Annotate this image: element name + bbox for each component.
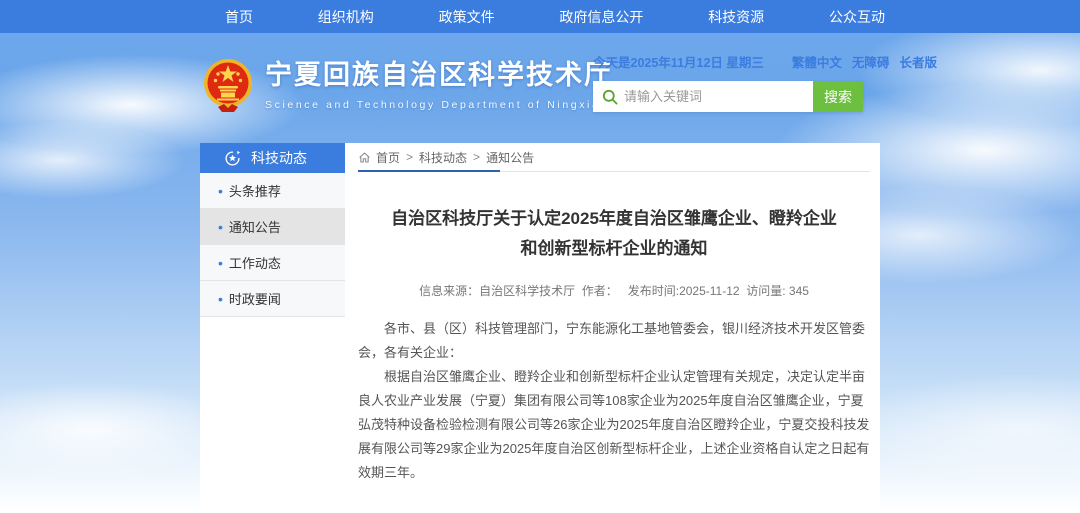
search-input[interactable] [624, 89, 804, 104]
search-icon [602, 89, 618, 105]
section-star-icon [224, 150, 241, 167]
bullet-icon: • [218, 184, 223, 198]
bullet-icon: • [218, 256, 223, 270]
search-button[interactable]: 搜索 [813, 81, 863, 112]
bullet-icon: • [218, 220, 223, 234]
sidebar-item-current-politics[interactable]: • 时政要闻 [200, 281, 345, 317]
search-bar: 搜索 [593, 81, 863, 112]
article-paragraph: 根据自治区雏鹰企业、瞪羚企业和创新型标杆企业认定管理有关规定，决定认定半亩良人农… [358, 365, 870, 485]
sidebar-item-label: 头条推荐 [229, 181, 281, 200]
breadcrumb: 首页 > 科技动态 > 通知公告 [358, 143, 870, 172]
article-title-line2: 和创新型标杆企业的通知 [358, 234, 870, 264]
nav-item-policy[interactable]: 政策文件 [439, 7, 495, 27]
site-logo-link[interactable]: 宁夏回族自治区科学技术厅 Science and Technology Depa… [203, 58, 613, 113]
top-navigation: 首页 组织机构 政策文件 政府信息公开 科技资源 公众互动 [0, 0, 1080, 33]
sidebar-item-label: 通知公告 [229, 217, 281, 236]
site-subtitle: Science and Technology Department of Nin… [265, 99, 613, 111]
sidebar-item-label: 工作动态 [229, 253, 281, 272]
home-icon [358, 151, 371, 164]
article-area: 首页 > 科技动态 > 通知公告 自治区科技厅关于认定2025年度自治区雏鹰企业… [358, 143, 870, 513]
nav-item-interaction[interactable]: 公众互动 [829, 7, 885, 27]
nav-item-gov-info[interactable]: 政府信息公开 [559, 7, 643, 27]
bullet-icon: • [218, 292, 223, 306]
nav-item-organization[interactable]: 组织机构 [318, 7, 374, 27]
article-title-line1: 自治区科技厅关于认定2025年度自治区雏鹰企业、瞪羚企业 [358, 204, 870, 234]
national-emblem-icon [203, 58, 253, 113]
link-accessibility[interactable]: 无障碍 [852, 52, 890, 71]
sidebar-item-headlines[interactable]: • 头条推荐 [200, 173, 345, 209]
sidebar-item-work-updates[interactable]: • 工作动态 [200, 245, 345, 281]
sidebar-item-notices[interactable]: • 通知公告 [200, 209, 345, 245]
breadcrumb-home[interactable]: 首页 [376, 149, 400, 166]
breadcrumb-separator: > [406, 150, 413, 164]
link-traditional-chinese[interactable]: 繁體中文 [792, 52, 842, 71]
link-senior-version[interactable]: 长者版 [899, 52, 937, 71]
breadcrumb-tech-news[interactable]: 科技动态 [419, 149, 467, 166]
article-meta: 信息来源：自治区科学技术厅 作者： 发布时间:2025-11-12 访问量: 3… [358, 282, 870, 299]
nav-item-home[interactable]: 首页 [225, 7, 253, 27]
sidebar-section-tech-news[interactable]: 科技动态 [200, 143, 345, 173]
content-panel: 科技动态 • 头条推荐 • 通知公告 • 工作动态 • 时政要闻 [200, 143, 880, 513]
breadcrumb-notices[interactable]: 通知公告 [486, 149, 534, 166]
sidebar: 科技动态 • 头条推荐 • 通知公告 • 工作动态 • 时政要闻 [200, 143, 345, 317]
article-title: 自治区科技厅关于认定2025年度自治区雏鹰企业、瞪羚企业 和创新型标杆企业的通知 [358, 204, 870, 264]
sidebar-item-label: 时政要闻 [229, 289, 281, 308]
article-body: 各市、县（区）科技管理部门，宁东能源化工基地管委会，银川经济技术开发区管委会，各… [358, 317, 870, 485]
breadcrumb-separator: > [473, 150, 480, 164]
sidebar-title: 科技动态 [251, 148, 307, 168]
site-title: 宁夏回族自治区科学技术厅 [265, 58, 613, 92]
current-date: 今天是2025年11月12日 星期三 [593, 52, 764, 71]
nav-item-resources[interactable]: 科技资源 [708, 7, 764, 27]
article-paragraph: 各市、县（区）科技管理部门，宁东能源化工基地管委会，银川经济技术开发区管委会，各… [358, 317, 870, 365]
